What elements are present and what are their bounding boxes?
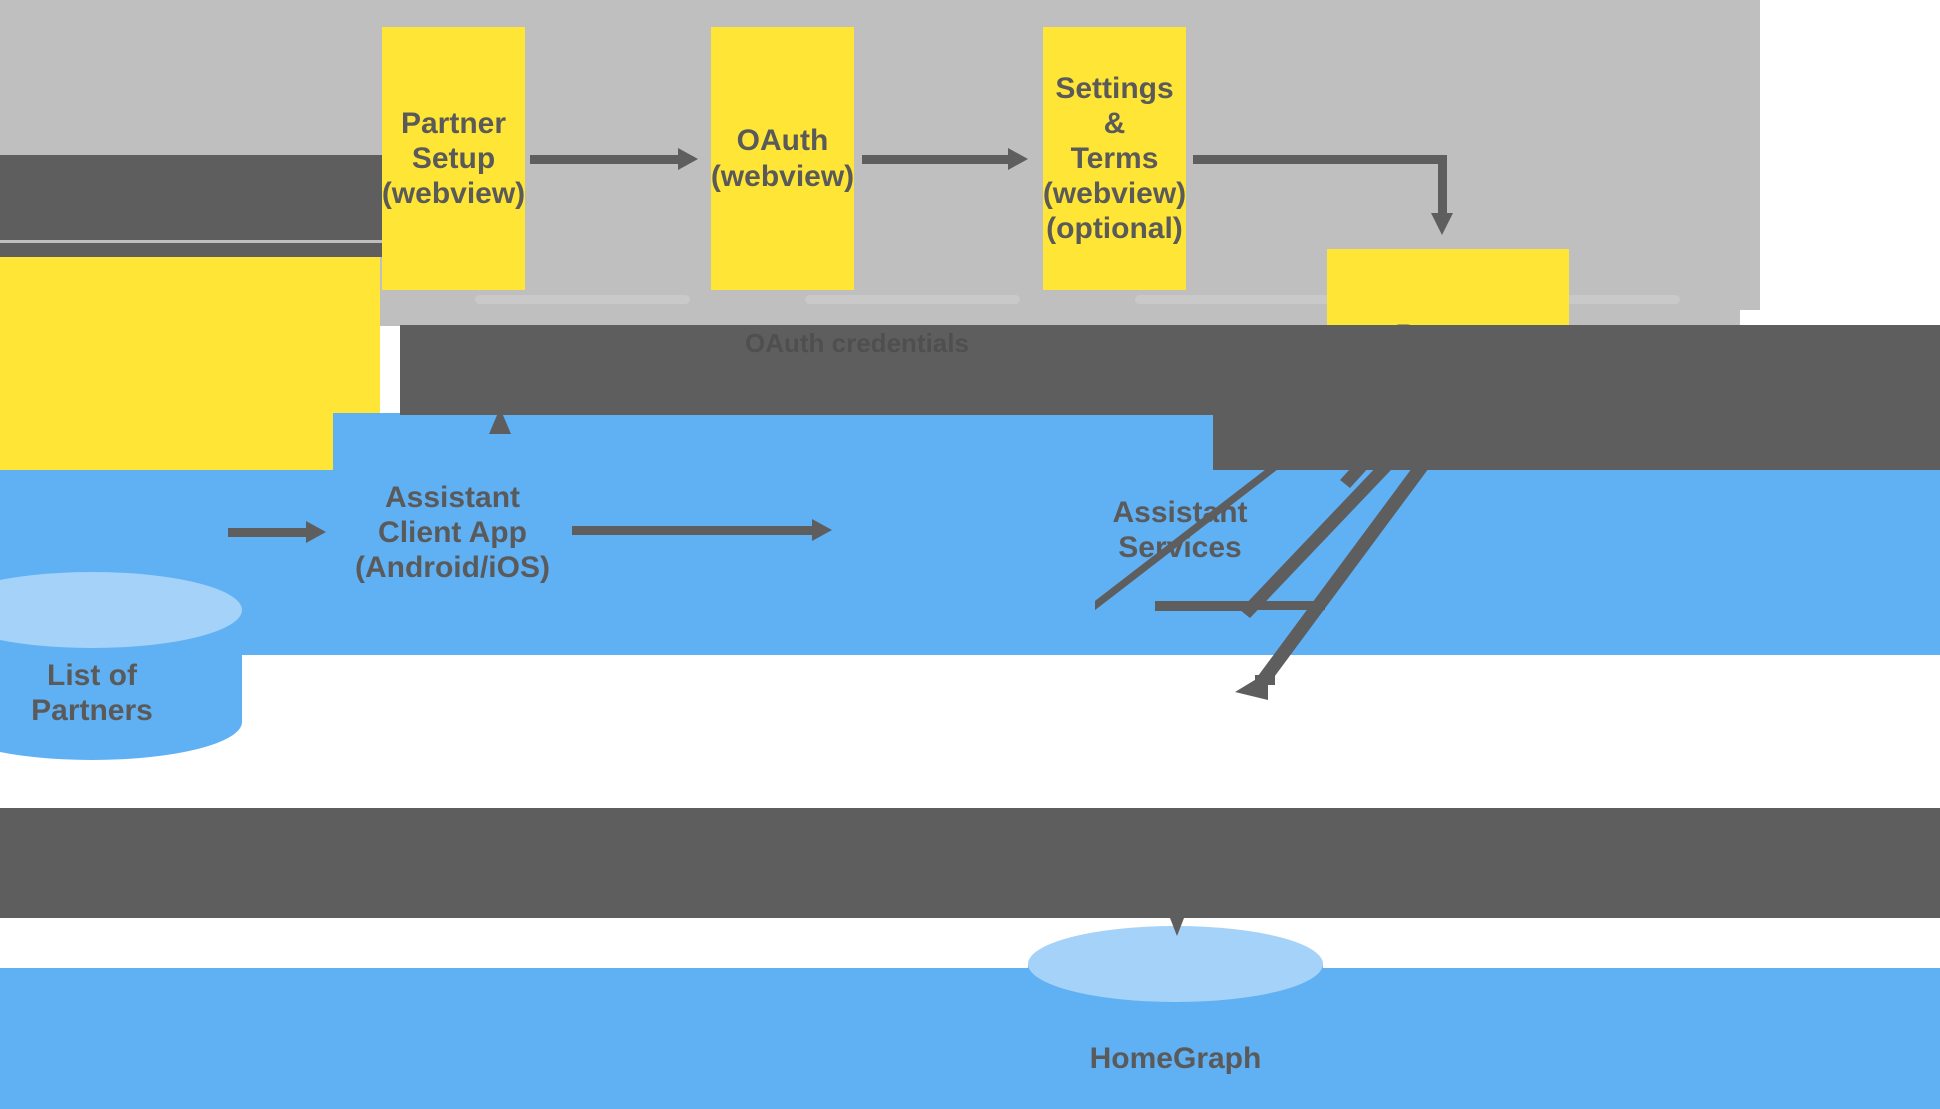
card-settings-terms-label: Settings & Terms (webview) (optional)	[1042, 71, 1187, 246]
card-partner-setup[interactable]: Partner Setup (webview)	[382, 27, 525, 290]
edge-oauth-to-settings-line	[862, 155, 1010, 164]
phone-bottom-edge-1	[475, 295, 690, 304]
edge-setup-to-oauth-line	[530, 155, 680, 164]
background-band-middle-top	[400, 325, 1940, 415]
edge-setup-to-oauth-arrow	[678, 148, 698, 170]
edge-services-to-homegraph-arrow	[1163, 900, 1191, 936]
node-list-of-partners[interactable]: List of Partners	[0, 572, 242, 760]
edge-oauth-to-settings-arrow	[1008, 148, 1028, 170]
diagram-canvas: Partner Setup (webview) OAuth (webview) …	[0, 0, 1940, 1109]
card-oauth-label: OAuth (webview)	[710, 124, 855, 193]
edge-label-oauth-credentials: OAuth credentials	[745, 328, 969, 358]
cylinder-top	[1028, 926, 1323, 1002]
card-settings-terms[interactable]: Settings & Terms (webview) (optional)	[1043, 27, 1186, 290]
node-assistant-services-label: Assistant Services	[1112, 495, 1248, 564]
edge-partners-to-client-line	[228, 528, 310, 537]
phone-bottom-edge-2	[805, 295, 1020, 304]
homegraph-backdrop	[0, 968, 1940, 1109]
card-oauth[interactable]: OAuth (webview)	[711, 27, 854, 290]
node-assistant-services[interactable]: Assistant Services	[1080, 475, 1280, 585]
edge-settings-to-cloud-v	[1438, 155, 1447, 217]
background-band-lower	[0, 808, 1940, 918]
edge-settings-to-cloud-arrow	[1431, 213, 1453, 235]
card-partner-setup-label: Partner Setup (webview)	[381, 106, 526, 211]
edge-to-partner-setup-arrow	[489, 408, 511, 434]
edge-partners-to-client-arrow	[306, 521, 326, 543]
edge-settings-to-cloud-h	[1193, 155, 1447, 164]
node-assistant-client-app-label: Assistant Client App (Android/iOS)	[355, 480, 550, 585]
node-assistant-client-app[interactable]: Assistant Client App (Android/iOS)	[340, 455, 565, 610]
node-list-of-partners-label: List of Partners	[31, 659, 153, 728]
phone-bottom-edge-3	[1135, 295, 1350, 304]
node-homegraph[interactable]: HomeGraph	[1028, 926, 1323, 1109]
node-homegraph-label: HomeGraph	[1089, 1042, 1262, 1075]
edge-client-to-services-line	[572, 526, 817, 535]
edge-client-to-services-arrow	[812, 519, 832, 541]
